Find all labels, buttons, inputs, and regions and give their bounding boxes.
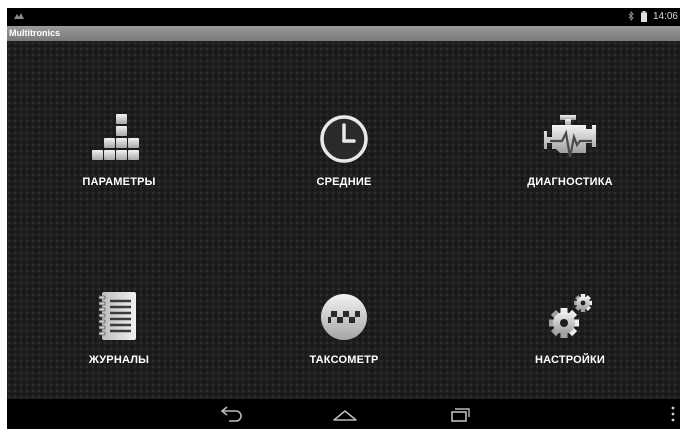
notification-icon	[14, 13, 24, 19]
tile-label: ЖУРНАЛЫ	[88, 354, 150, 366]
tile-label: СРЕДНИЕ	[316, 176, 372, 188]
navigation-bar	[7, 399, 680, 429]
engine-diagnostics-icon	[544, 115, 596, 158]
app-title: Multitronics	[9, 28, 60, 38]
home-icon	[333, 410, 357, 421]
tile-settings[interactable]: НАСТРОЙКИ	[495, 289, 645, 399]
recents-button[interactable]	[441, 403, 481, 425]
parameters-blocks-icon	[92, 114, 139, 160]
tile-label: НАСТРОЙКИ	[534, 354, 606, 366]
tile-averages[interactable]: СРЕДНИЕ	[269, 111, 419, 221]
tile-taximeter[interactable]: ТАКСОМЕТР	[269, 289, 419, 399]
main-menu-grid: ПАРАМЕТРЫ СРЕДНИЕ ДИАГНОСТИКА ЖУРНАЛЫ ТА…	[7, 41, 680, 399]
tile-label: ПАРАМЕТРЫ	[82, 176, 156, 188]
status-right: 14:06	[628, 11, 678, 22]
status-bar: 14:06	[7, 8, 680, 26]
tile-label: ТАКСОМЕТР	[309, 354, 379, 366]
device-screen: 14:06 Multitronics ПАРАМЕТРЫ СРЕДНИЕ ДИА…	[7, 8, 680, 429]
overflow-menu-icon[interactable]	[671, 406, 675, 422]
home-button[interactable]	[325, 403, 365, 425]
notebook-icon	[98, 292, 136, 340]
gears-icon	[549, 294, 592, 338]
tile-parameters[interactable]: ПАРАМЕТРЫ	[44, 111, 194, 221]
tile-diagnostics[interactable]: ДИАГНОСТИКА	[495, 111, 645, 221]
taxi-icon	[321, 294, 367, 340]
back-icon	[220, 406, 242, 422]
bluetooth-icon	[628, 11, 634, 22]
battery-icon	[640, 11, 647, 22]
back-button[interactable]	[212, 403, 252, 425]
recent-apps-icon	[451, 408, 470, 422]
status-time: 14:06	[652, 11, 678, 22]
tile-logs[interactable]: ЖУРНАЛЫ	[44, 289, 194, 399]
app-title-bar: Multitronics	[7, 26, 680, 41]
tile-label: ДИАГНОСТИКА	[527, 176, 613, 188]
clock-icon	[320, 115, 368, 163]
